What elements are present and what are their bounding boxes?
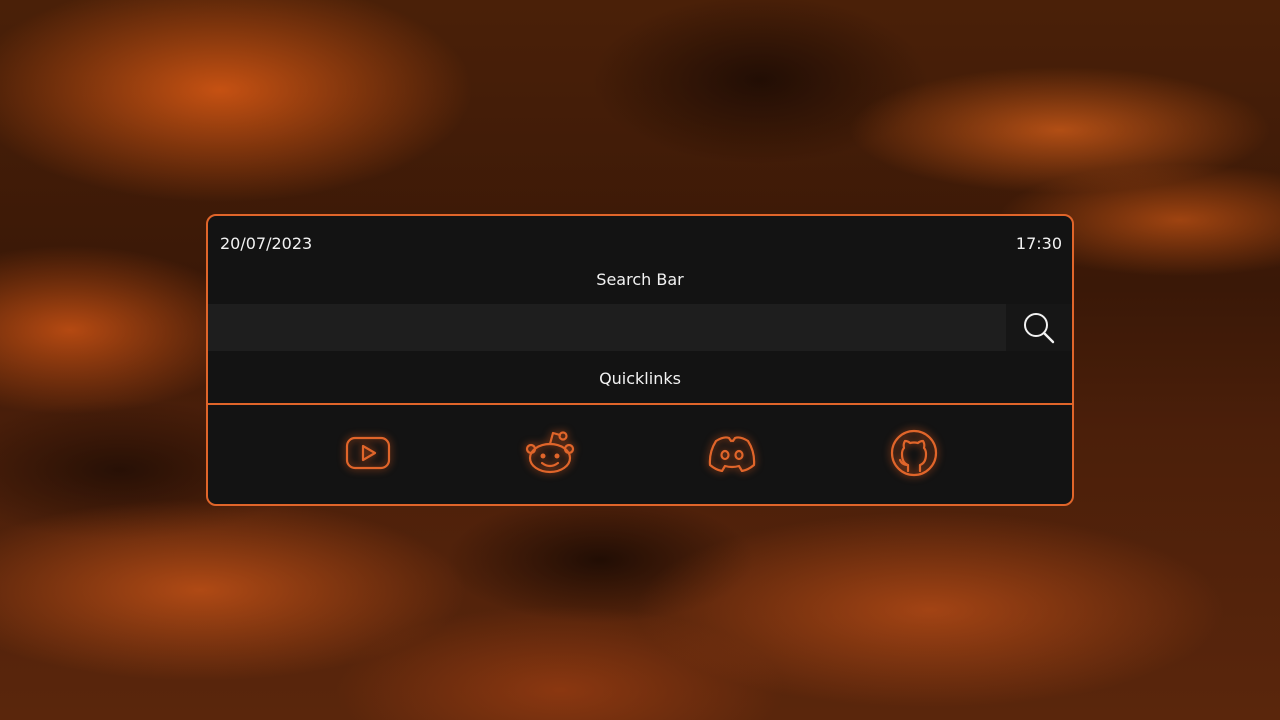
quicklinks-heading: Quicklinks (599, 369, 681, 388)
quicklink-youtube[interactable] (342, 427, 394, 479)
search-button[interactable] (1006, 304, 1072, 351)
search-input[interactable] (208, 304, 1006, 351)
quicklinks-row (208, 405, 1072, 504)
time-display: 17:30 (1015, 234, 1062, 253)
search-bar-heading: Search Bar (596, 270, 684, 289)
search-bar (208, 304, 1072, 351)
github-icon (890, 429, 938, 477)
discord-icon (708, 436, 756, 472)
date-display: 20/07/2023 (220, 234, 313, 253)
youtube-icon (345, 436, 391, 470)
quicklink-reddit[interactable] (524, 427, 576, 479)
quicklink-discord[interactable] (706, 427, 758, 479)
startpage-panel: 20/07/2023 17:30 Search Bar Quicklinks (206, 214, 1074, 506)
reddit-icon (525, 431, 575, 474)
quicklink-github[interactable] (888, 427, 940, 479)
search-icon (1024, 312, 1055, 343)
